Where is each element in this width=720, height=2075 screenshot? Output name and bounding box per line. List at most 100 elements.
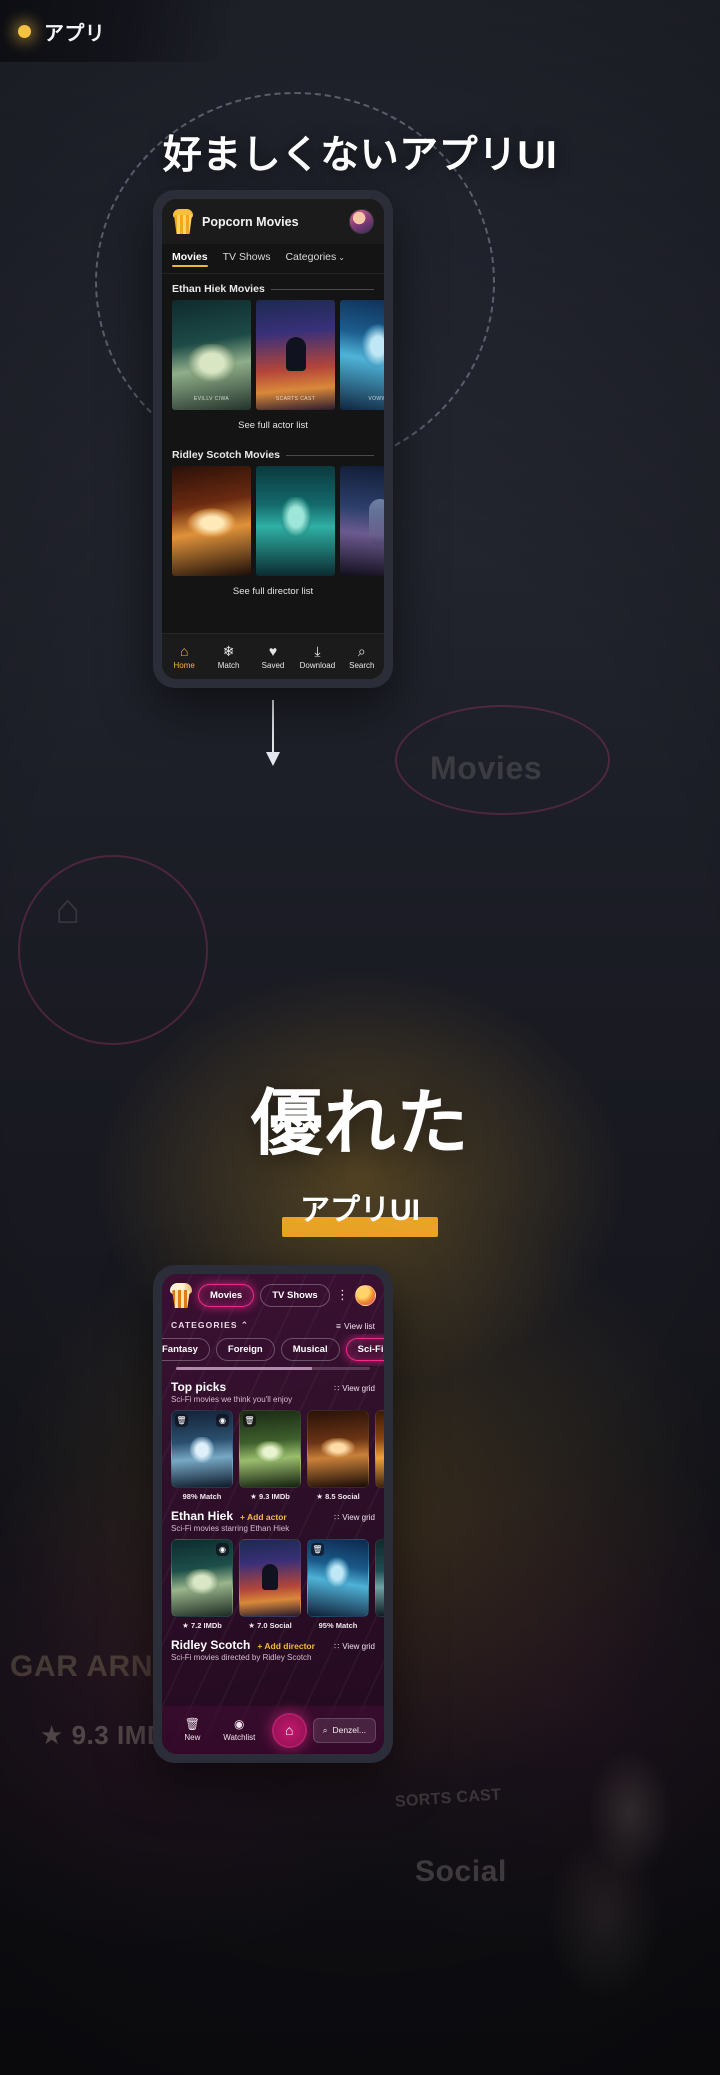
movie-card[interactable]: 90% [375, 1410, 384, 1501]
movie-card[interactable]: ◉ ★ 7.2 IMDb [171, 1539, 233, 1630]
chip-fantasy[interactable]: Fantasy [162, 1338, 210, 1361]
view-grid-label: View grid [342, 1384, 375, 1393]
nav-item-saved[interactable]: ♥ Saved [251, 644, 295, 670]
phone-bad-bottom-nav: ⌂ Home ❄ Match ♥ Saved ⤓ Download ⌕ Sear… [162, 633, 384, 679]
more-vertical-icon[interactable]: ⋮ [336, 1288, 349, 1301]
phone-bad-app-header: Popcorn Movies [162, 199, 384, 244]
section-title-text: Ethan Hiek Movies [172, 283, 265, 295]
section-header-ethan-hiek: Ethan Hiek Movies [162, 274, 384, 300]
chip-musical[interactable]: Musical [280, 1338, 340, 1361]
popcorn-icon [172, 209, 194, 234]
nav-item-home[interactable]: ⌂ Home [162, 644, 206, 670]
download-icon: ⤓ [314, 642, 321, 659]
view-grid-button[interactable]: ∷ View grid [334, 1384, 375, 1393]
snowflake-icon: ❄ [222, 642, 235, 659]
chip-sci-fi[interactable]: Sci-Fi [345, 1338, 384, 1361]
headline-good-ui-sub: アプリUI [282, 1183, 438, 1237]
card-meta: 90% [375, 1492, 384, 1501]
search-icon: ⌕ [322, 1724, 328, 1735]
tab-movies[interactable]: Movies [198, 1283, 255, 1307]
nav-item-search[interactable]: ⌕ Search [340, 644, 384, 670]
nav-item-watchlist[interactable]: ◉ Watchlist [217, 1718, 262, 1742]
movie-card[interactable]: ★ 7.0 Social [239, 1539, 301, 1630]
movie-card[interactable]: 🗑 ◉ 98% Match [171, 1410, 233, 1501]
categories-label[interactable]: CATEGORIES ⌃ [171, 1320, 249, 1331]
tab-tv-shows[interactable]: TV Shows [260, 1283, 330, 1307]
view-list-label: View list [343, 1320, 375, 1331]
see-full-actor-list-link[interactable]: See full actor list [162, 410, 384, 440]
avatar[interactable] [349, 209, 374, 234]
tab-categories[interactable]: Categories ⌄ [285, 251, 344, 267]
category-chip-row[interactable]: Fantasy Foreign Musical Sci-Fi Thriller [162, 1334, 384, 1366]
tab-categories-label: Categories [285, 250, 337, 263]
trash-icon[interactable]: 🗑 [243, 1414, 256, 1427]
phone-mockup-bad: Popcorn Movies Movies TV Shows Categorie… [153, 190, 393, 688]
poster-row-ethan-hiek[interactable]: EVILLV CIWA SCARTS CAST VOWWR [162, 300, 384, 410]
headline-good-ui-main: 優れた [250, 1084, 470, 1164]
phone-bad-content: Ethan Hiek Movies EVILLV CIWA SCARTS CAS… [162, 274, 384, 633]
poster-card[interactable] [340, 466, 384, 576]
section-title: Ridley Scotch [171, 1638, 251, 1652]
ghost-ring-top [395, 705, 610, 815]
tab-tv-shows[interactable]: TV Shows [223, 251, 271, 267]
movie-card[interactable]: 🗑 ★ 9.3 IMDb [239, 1410, 301, 1501]
poster-card[interactable]: VOWWR [340, 300, 384, 410]
poster-image [375, 1539, 384, 1617]
card-meta: 98% Match [182, 1492, 222, 1501]
poster-image: 🗑 [307, 1539, 369, 1617]
poster-caption: EVILLV CIWA [193, 396, 230, 402]
eye-icon[interactable]: ◉ [216, 1543, 229, 1556]
nav-item-search-label: Search [349, 660, 375, 670]
home-button[interactable]: ⌂ [273, 1714, 305, 1746]
trash-icon[interactable]: 🗑 [311, 1543, 324, 1556]
phone-bad-screen: Popcorn Movies Movies TV Shows Categorie… [162, 199, 384, 679]
eye-icon[interactable]: ◉ [216, 1414, 229, 1427]
movie-card[interactable]: ★ 8.5 Social [307, 1410, 369, 1501]
down-arrow-icon [266, 700, 280, 768]
nav-item-download[interactable]: ⤓ Download [295, 644, 339, 670]
card-meta: ★ 9.3 IMDb [250, 1492, 290, 1501]
tab-movies-label: Movies [172, 250, 208, 263]
ghost-word-social: Social [415, 1855, 507, 1888]
nav-item-new-label: New [184, 1733, 201, 1742]
add-director-button[interactable]: + Add director [257, 1641, 315, 1651]
top-badge: アプリ [0, 0, 230, 62]
card-row-ethan-hiek[interactable]: ◉ ★ 7.2 IMDb ★ 7.0 Social 🗑 95% Match [162, 1533, 384, 1630]
nav-item-new[interactable]: 🗑 New [170, 1718, 215, 1742]
poster-card[interactable]: EVILLV CIWA [172, 300, 251, 410]
search-input[interactable]: ⌕ Denzel... [312, 1717, 376, 1743]
poster-row-ridley-scotch[interactable] [162, 466, 384, 576]
nav-item-download-label: Download [299, 660, 336, 670]
view-grid-button[interactable]: ∷ View grid [334, 1513, 375, 1522]
eye-icon: ◉ [234, 1717, 245, 1731]
trash-icon[interactable]: 🗑 [175, 1414, 188, 1427]
section-subtitle: Sci-Fi movies we think you'll enjoy [171, 1395, 293, 1404]
nav-item-home-label: Home [173, 660, 195, 670]
tab-movies[interactable]: Movies [172, 251, 208, 267]
card-meta: ★ 8.5 Social [316, 1492, 360, 1501]
section-header-ridley-scotch: Ridley Scotch Movies [162, 440, 384, 466]
view-list-button[interactable]: ≡ View list [336, 1321, 375, 1331]
section-title: Top picks [171, 1380, 227, 1394]
heart-icon: ♥ [268, 642, 278, 659]
chip-foreign[interactable]: Foreign [215, 1338, 275, 1361]
grid-icon: ∷ [334, 1384, 340, 1393]
horizontal-scrollbar[interactable] [176, 1367, 370, 1370]
poster-card[interactable] [172, 466, 251, 576]
poster-card[interactable] [256, 466, 335, 576]
add-actor-button[interactable]: + Add actor [240, 1512, 287, 1522]
view-grid-button[interactable]: ∷ View grid [334, 1642, 375, 1651]
movie-card[interactable]: 84% [375, 1539, 384, 1630]
movie-card[interactable]: 🗑 95% Match [307, 1539, 369, 1630]
card-row-top-picks[interactable]: 🗑 ◉ 98% Match 🗑 ★ 9.3 IMDb ★ 8.5 Social [162, 1404, 384, 1501]
section-title-text: Ridley Scotch Movies [172, 449, 280, 461]
headline-bad-ui: 好ましくないアプリUI [162, 134, 558, 177]
nav-item-match[interactable]: ❄ Match [206, 644, 250, 670]
headline-good-ui-sub-text: アプリUI [300, 1194, 420, 1227]
poster-card[interactable]: SCARTS CAST [256, 300, 335, 410]
section-header: Ethan Hiek + Add actor ∷ View grid [171, 1509, 375, 1523]
headline-good-ui-sub-wrap: アプリUI [0, 1183, 720, 1237]
avatar[interactable] [355, 1284, 376, 1306]
see-full-director-list-link[interactable]: See full director list [162, 576, 384, 606]
phone-good-bottom-nav: 🗑 New ◉ Watchlist ⌂ ⌕ Denzel... [162, 1706, 384, 1754]
